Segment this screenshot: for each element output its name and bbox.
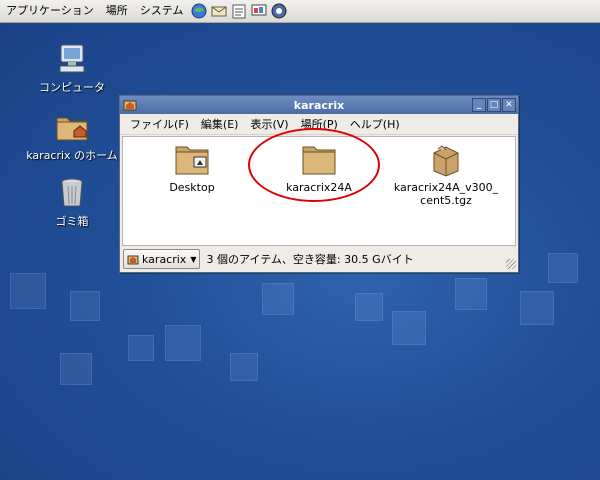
menu-edit[interactable]: 編集(E) [195,116,245,132]
wallpaper-square [230,353,258,381]
wallpaper-square [548,253,578,283]
system-menu[interactable]: システム [134,0,190,22]
file-manager-window: karacrix _ □ ✕ ファイル(F) 編集(E) 表示(V) 場所(P)… [119,95,519,273]
notes-icon[interactable] [230,2,248,20]
desktop-folder-icon [172,143,212,177]
close-button[interactable]: ✕ [502,98,516,112]
file-name: Desktop [169,181,215,194]
minimize-button[interactable]: _ [472,98,486,112]
wallpaper-square [60,353,92,385]
wallpaper-square [10,273,46,309]
maximize-button[interactable]: □ [487,98,501,112]
wallpaper-square [165,325,201,361]
presentation-icon[interactable] [250,2,268,20]
email-icon[interactable] [210,2,228,20]
trash-icon [54,175,90,211]
window-menubar: ファイル(F) 編集(E) 表示(V) 場所(P) ヘルプ(H) [120,114,518,135]
file-view[interactable]: Desktop karacrix24A karacrix24A_v300_ cen… [122,136,516,246]
home-folder-icon [54,109,90,145]
web-browser-icon[interactable] [190,2,208,20]
wallpaper-square [520,291,554,325]
home-folder-icon [127,255,139,265]
desktop-icon-label: ゴミ箱 [55,215,89,228]
file-item-karacrix24a[interactable]: karacrix24A [254,143,384,194]
desktop-icon-home[interactable]: karacrix のホーム [17,109,127,163]
window-controls: _ □ ✕ [472,98,516,112]
folder-icon [299,143,339,177]
window-title: karacrix [293,98,345,112]
archive-icon [426,143,466,177]
places-menu[interactable]: 場所 [100,0,134,22]
location-label: karacrix [142,252,187,266]
file-item-tgz[interactable]: karacrix24A_v300_ cent5.tgz [381,143,511,207]
menu-view[interactable]: 表示(V) [244,116,294,132]
file-name: karacrix24A [286,181,352,194]
wallpaper-square [70,291,100,321]
help-icon[interactable] [270,2,288,20]
desktop-icon-label: karacrix のホーム [26,149,118,162]
menu-places[interactable]: 場所(P) [295,116,344,132]
wallpaper-square [355,293,383,321]
wallpaper-square [392,311,426,345]
desktop-icon-trash[interactable]: ゴミ箱 [17,175,127,229]
status-text: 3 個のアイテム、空き容量: 30.5 Gバイト [206,253,414,266]
menu-file[interactable]: ファイル(F) [124,116,195,132]
top-panel: アプリケーション 場所 システム [0,0,600,23]
window-titlebar[interactable]: karacrix _ □ ✕ [120,96,518,114]
file-name: karacrix24A_v300_ cent5.tgz [393,181,499,207]
chevron-down-icon: ▼ [190,254,197,264]
wallpaper-square [128,335,154,361]
desktop-icon-label: コンピュータ [39,81,105,94]
wallpaper-square [262,283,294,315]
window-statusbar: karacrix ▼ 3 個のアイテム、空き容量: 30.5 Gバイト [120,247,518,271]
resize-grip[interactable] [506,259,516,269]
wallpaper-square [455,278,487,310]
applications-menu[interactable]: アプリケーション [0,0,100,22]
desktop-icon-computer[interactable]: コンピュータ [17,41,127,95]
location-button[interactable]: karacrix ▼ [123,249,201,269]
computer-icon [54,41,90,77]
menu-help[interactable]: ヘルプ(H) [344,116,406,132]
window-app-icon[interactable] [123,98,137,112]
file-item-desktop[interactable]: Desktop [127,143,257,194]
